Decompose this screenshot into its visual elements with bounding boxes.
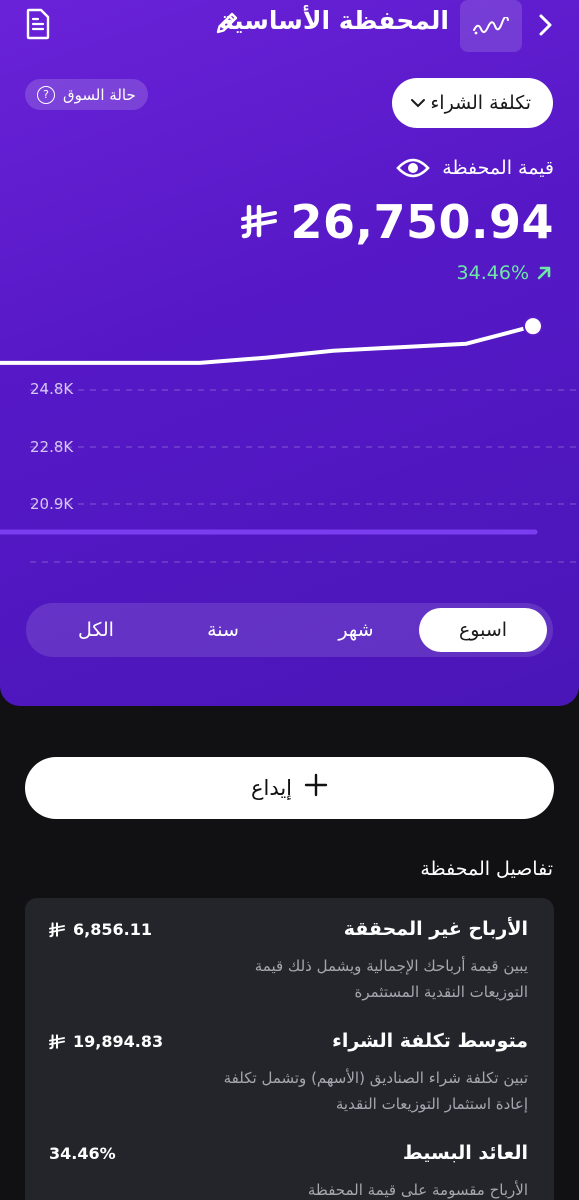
data-point-latest[interactable] [523, 316, 543, 337]
y-tick-label: 22.8K [30, 438, 74, 456]
question-icon: ? [37, 85, 55, 104]
details-section-title: تفاصيل المحفظة [420, 858, 553, 880]
page-title: المحفظة الأساسية [218, 6, 449, 35]
arrow-up-right-icon [537, 266, 551, 280]
portfolio-value-label: قيمة المحفظة [396, 156, 554, 180]
detail-title: متوسط تكلفة الشراء [332, 1030, 528, 1052]
squiggle-logo-icon [460, 0, 522, 52]
y-tick-label: 20.9K [30, 495, 74, 513]
portfolio-change: 34.46% [457, 262, 553, 284]
detail-description: تبين تكلفة شراء الصناديق (الأسهم) وتشمل … [223, 1069, 528, 1113]
tab-month[interactable]: شهر [306, 608, 406, 652]
detail-value-number: 19,894.83 [73, 1032, 164, 1051]
market-status-label: حالة السوق [63, 85, 136, 104]
portfolio-amount-value: 26,750.94 [290, 195, 554, 249]
detail-value: 19,894.83 [49, 1032, 163, 1051]
tab-year[interactable]: سنة [173, 608, 273, 652]
portfolio-amount: 26,750.94 [240, 195, 555, 249]
tab-all[interactable]: الكل [46, 608, 146, 652]
detail-value-number: 6,856.11 [73, 920, 152, 939]
cost-basis-select[interactable]: تكلفة الشراء [392, 78, 553, 128]
period-selector: اسبوع شهر سنة الكل [26, 603, 553, 657]
detail-title: الأرباح غير المحققة [343, 918, 528, 940]
riyal-symbol [240, 205, 277, 239]
deposit-button[interactable]: إيداع [25, 757, 554, 819]
portfolio-value-title: قيمة المحفظة [442, 157, 554, 179]
detail-value: 6,856.11 [49, 920, 152, 939]
plus-icon [304, 773, 328, 803]
change-percent: 34.46% [456, 262, 529, 284]
details-card: الأرباح غير المحققة يبين قيمة أرباحك الإ… [25, 898, 554, 1200]
detail-value: 34.46% [49, 1144, 116, 1163]
series-line [0, 324, 535, 365]
eye-icon[interactable] [396, 156, 431, 180]
detail-description: الأرباح مقسومة على قيمة المحفظة [307, 1181, 528, 1199]
portfolio-line-chart [0, 316, 579, 563]
deposit-label: إيداع [250, 776, 293, 800]
cost-basis-value: تكلفة الشراء [430, 92, 531, 114]
y-tick-label: 24.8K [30, 380, 74, 398]
pencil-icon[interactable] [210, 6, 244, 40]
document-icon[interactable] [22, 6, 54, 42]
market-status-button[interactable]: حالة السوق ? [25, 79, 148, 110]
tab-week[interactable]: اسبوع [419, 608, 547, 652]
detail-description: يبين قيمة أرباحك الإجمالية ويشمل ذلك قيم… [254, 957, 528, 1001]
riyal-symbol [49, 921, 65, 938]
portfolio-hero: المحفظة الأساسية حالة السوق ? تكلفة الشر… [0, 0, 579, 706]
riyal-symbol [49, 1033, 65, 1050]
chevron-right-icon[interactable] [531, 8, 561, 42]
chevron-down-icon [411, 99, 425, 108]
detail-title: العائد البسيط [402, 1142, 528, 1164]
